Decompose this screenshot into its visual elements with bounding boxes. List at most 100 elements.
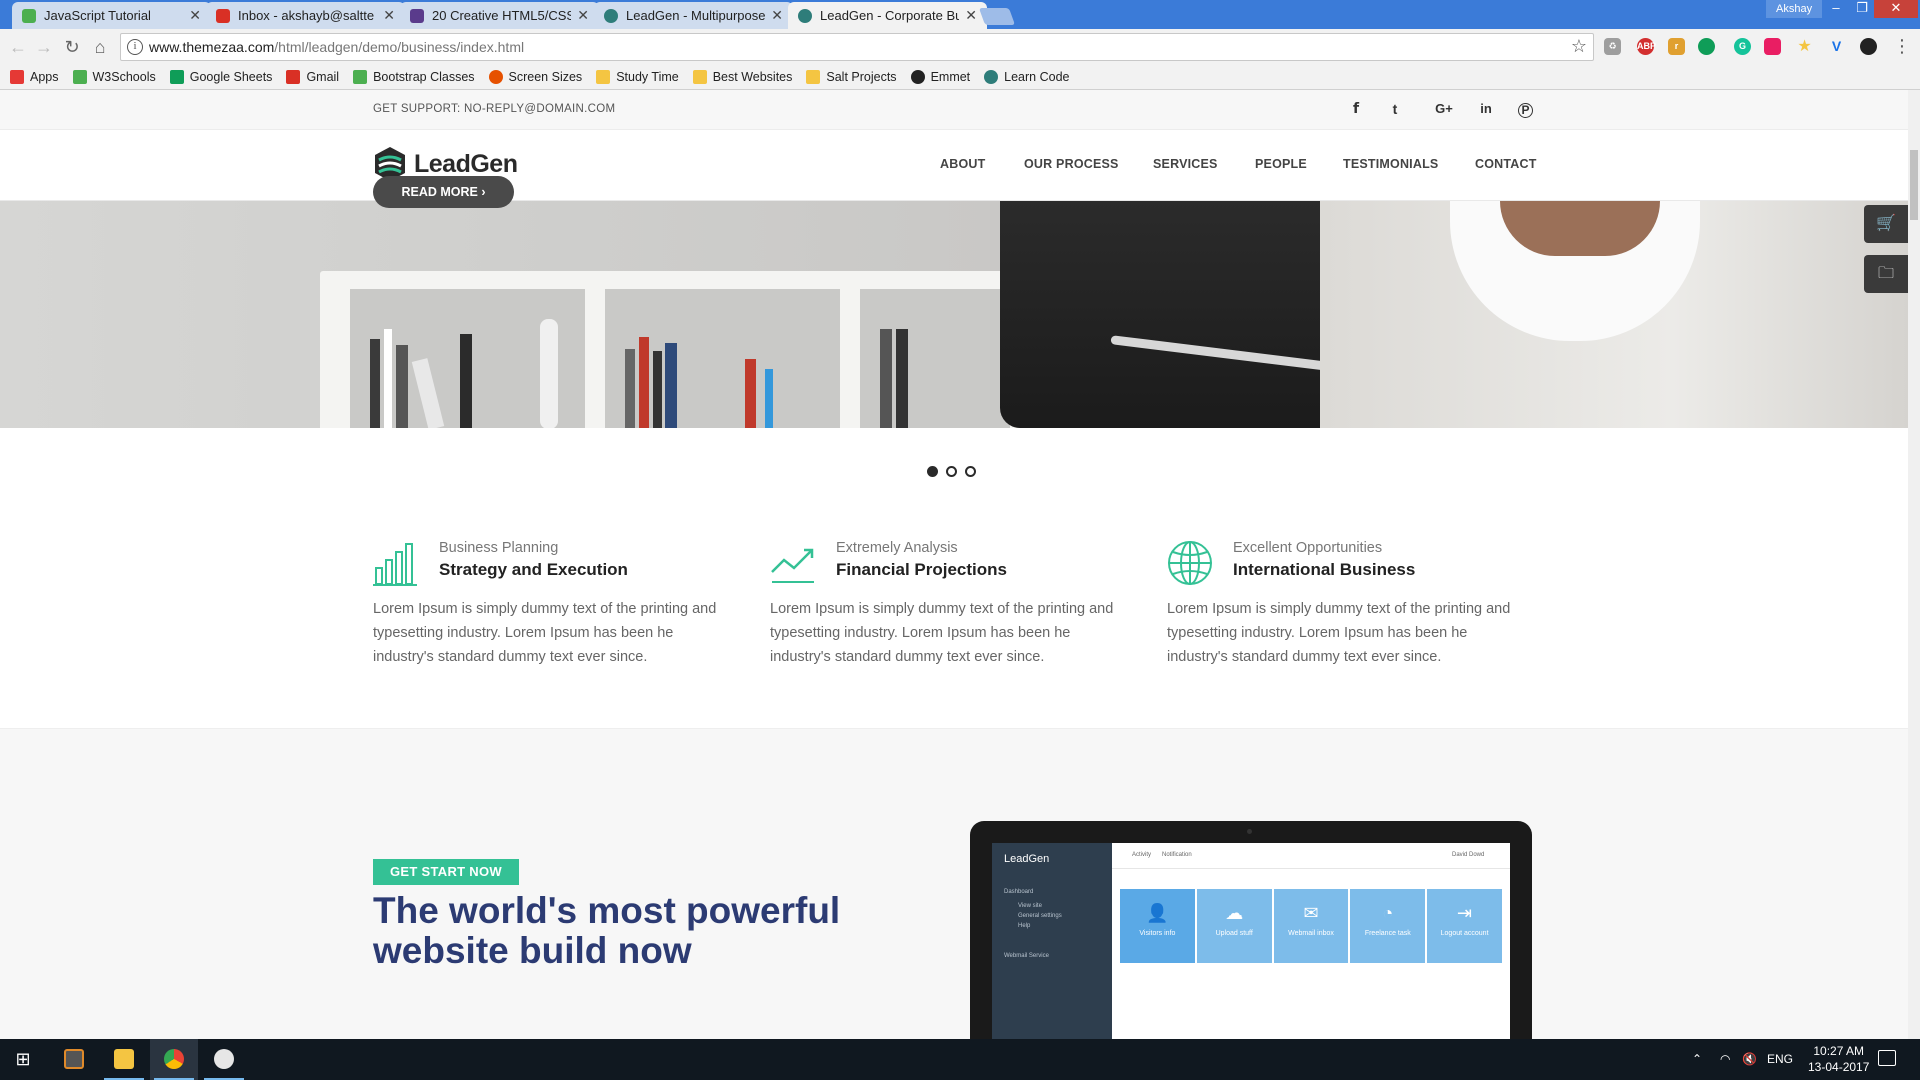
extension-colorzilla-icon[interactable] <box>1764 38 1781 55</box>
bookmark-w3schools[interactable]: W3Schools <box>72 69 156 84</box>
nav-services[interactable]: SERVICES <box>1153 157 1218 171</box>
tray-chevron-icon[interactable]: ⌃ <box>1692 1052 1702 1066</box>
bookmark-screen-sizes[interactable]: Screen Sizes <box>488 69 582 84</box>
bookmark-google-sheets[interactable]: Google Sheets <box>169 69 273 84</box>
dashboard-tile: ☁ Upload stuff <box>1196 889 1272 963</box>
facebook-icon[interactable]: f <box>1346 101 1366 117</box>
taskbar-sublime[interactable] <box>50 1039 98 1080</box>
tab-label: 20 Creative HTML5/CSS3 <box>432 8 572 23</box>
new-tab-button[interactable] <box>978 8 1016 25</box>
bookmark-study-time[interactable]: Study Time <box>596 69 679 84</box>
feature-body: Lorem Ipsum is simply dummy text of the … <box>373 601 717 665</box>
extension-v-icon[interactable]: V <box>1828 38 1845 55</box>
grammarly-icon[interactable]: G <box>1734 38 1751 55</box>
nav-testimonials[interactable]: TESTIMONIALS <box>1343 157 1438 171</box>
linkedin-icon[interactable]: in <box>1476 101 1496 116</box>
browser-menu-icon[interactable]: ⋮ <box>1893 37 1911 55</box>
site-info-icon[interactable]: i <box>127 39 143 55</box>
page-scrollbar[interactable] <box>1908 90 1920 1039</box>
feature-subtitle: Business Planning <box>439 540 559 556</box>
tile-label: Freelance task <box>1364 930 1411 937</box>
extension-hangouts-icon[interactable] <box>1698 38 1715 55</box>
tab-leadgen-multipurpose[interactable]: LeadGen - Multipurpose ✕ <box>594 2 793 29</box>
bookmark-learn-code[interactable]: Learn Code <box>984 69 1070 84</box>
user-icon: 👤 <box>1146 903 1169 923</box>
bookmark-emmet[interactable]: Emmet <box>910 69 970 84</box>
taskbar-explorer[interactable] <box>100 1039 148 1080</box>
extension-star-icon[interactable]: ★ <box>1796 38 1813 55</box>
bookmark-best-websites[interactable]: Best Websites <box>692 69 792 84</box>
bookmark-label: Google Sheets <box>189 69 273 84</box>
leadgen-favicon-icon <box>604 8 618 23</box>
nav-people[interactable]: PEOPLE <box>1255 157 1307 171</box>
dashboard-tile: ✉ Webmail inbox <box>1273 889 1349 963</box>
slider-dot[interactable] <box>965 466 976 477</box>
tab-close-icon[interactable]: ✕ <box>965 7 977 24</box>
support-email[interactable]: GET SUPPORT: NO-REPLY@DOMAIN.COM <box>373 103 615 115</box>
taskbar-paint[interactable] <box>200 1039 248 1080</box>
nav-about[interactable]: ABOUT <box>940 157 985 171</box>
back-icon[interactable]: ← <box>6 35 30 59</box>
google-plus-icon[interactable]: G+ <box>1431 101 1457 116</box>
action-center-icon[interactable] <box>1878 1050 1896 1066</box>
w3schools-icon <box>353 69 368 84</box>
tab-inbox[interactable]: Inbox - akshayb@saltte ✕ <box>206 2 405 29</box>
adblock-plus-icon[interactable]: ABP <box>1637 38 1656 55</box>
browser-toolbar: ← → ↻ ⌂ i www.themezaa.com/html/leadgen/… <box>0 29 1920 64</box>
bookmark-bootstrap[interactable]: Bootstrap Classes <box>353 69 475 84</box>
extension-dark-icon[interactable] <box>1860 38 1877 55</box>
tab-creative-html5[interactable]: 20 Creative HTML5/CSS3 ✕ <box>400 2 599 29</box>
dashboard-tile: 👤 Visitors info <box>1120 889 1195 963</box>
reload-icon[interactable]: ↻ <box>60 35 84 59</box>
nav-our-process[interactable]: OUR PROCESS <box>1024 157 1119 171</box>
bookmark-apps[interactable]: Apps <box>10 69 59 84</box>
bookmark-gmail[interactable]: Gmail <box>286 69 339 84</box>
taskbar-chrome[interactable] <box>150 1039 198 1080</box>
tab-close-icon[interactable]: ✕ <box>771 7 783 24</box>
address-bar[interactable]: i www.themezaa.com/html/leadgen/demo/bus… <box>120 33 1594 61</box>
page-viewport: GET SUPPORT: NO-REPLY@DOMAIN.COM f t G+ … <box>0 90 1908 1039</box>
nav-contact[interactable]: CONTACT <box>1475 157 1537 171</box>
get-start-badge[interactable]: GET START NOW <box>373 859 519 885</box>
tab-label: Inbox - akshayb@saltte <box>238 8 375 23</box>
bookmark-star-icon[interactable]: ☆ <box>1571 36 1587 57</box>
minimize-icon[interactable]: – <box>1822 0 1850 18</box>
trend-line-icon <box>770 540 816 586</box>
tab-label: LeadGen - Multipurpose <box>626 8 766 23</box>
bookmark-label: Learn Code <box>1004 69 1070 84</box>
upload-icon: ☁ <box>1225 903 1244 923</box>
tab-close-icon[interactable]: ✕ <box>189 7 201 24</box>
bookmark-salt-projects[interactable]: Salt Projects <box>806 69 897 84</box>
scrollbar-thumb[interactable] <box>1910 150 1918 220</box>
twitter-icon[interactable]: t <box>1385 101 1405 117</box>
tab-leadgen-corporate[interactable]: LeadGen - Corporate Bu ✕ <box>788 2 987 29</box>
logout-icon: ⇥ <box>1457 903 1473 923</box>
system-clock[interactable]: 10:27 AM 13-04-2017 <box>1808 1043 1869 1075</box>
cart-icon[interactable]: 🛒 <box>1864 205 1908 243</box>
forward-icon[interactable]: → <box>32 35 56 59</box>
slider-dot[interactable] <box>946 466 957 477</box>
read-more-button[interactable]: READ MORE › <box>373 176 514 208</box>
language-indicator[interactable]: ENG <box>1767 1052 1793 1066</box>
dashboard-side-item: Dashboard <box>1004 889 1034 895</box>
pinterest-icon[interactable]: P <box>1518 103 1533 118</box>
clock-time: 10:27 AM <box>1813 1044 1865 1058</box>
extension-recycle-icon[interactable]: ♻ <box>1604 38 1621 55</box>
folder-icon <box>806 69 821 84</box>
extension-ruler-icon[interactable]: r <box>1668 38 1685 55</box>
tab-close-icon[interactable]: ✕ <box>577 7 589 24</box>
windows-start-icon[interactable]: ⊞ <box>0 1039 46 1080</box>
tile-label: Logout account <box>1440 930 1489 937</box>
folder-icon[interactable]: 🗀 <box>1864 255 1908 293</box>
cta-section: GET START NOW The world's most powerful … <box>0 728 1908 1039</box>
restore-icon[interactable]: ❐ <box>1848 0 1876 18</box>
network-icon[interactable]: ◠ <box>1720 1052 1730 1066</box>
window-close-icon[interactable]: ✕ <box>1874 0 1918 18</box>
volume-muted-icon[interactable]: 🔇 <box>1742 1052 1757 1066</box>
tab-javascript-tutorial[interactable]: JavaScript Tutorial ✕ <box>12 2 211 29</box>
slider-dot[interactable] <box>927 466 938 477</box>
profile-button[interactable]: Akshay <box>1766 0 1823 18</box>
home-icon[interactable]: ⌂ <box>88 35 112 59</box>
tab-close-icon[interactable]: ✕ <box>383 7 395 24</box>
tab-label: LeadGen - Corporate Bu <box>820 8 960 23</box>
